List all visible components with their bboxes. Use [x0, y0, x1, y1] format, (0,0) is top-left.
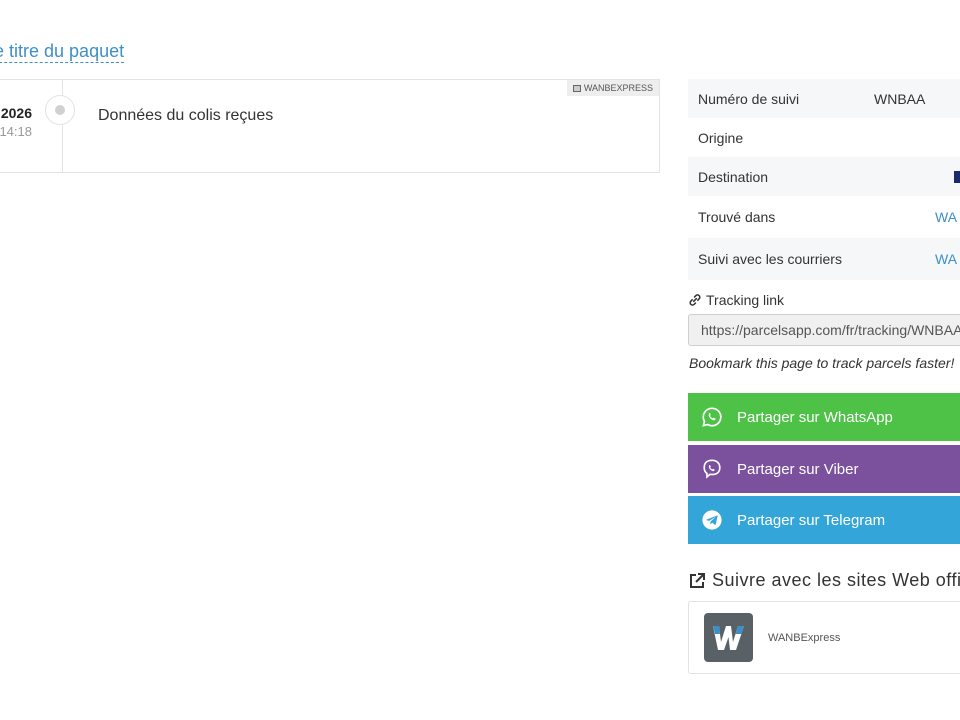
link-icon — [689, 294, 701, 306]
event-description: Données du colis reçues — [98, 107, 274, 124]
tracked-with-courier-link[interactable]: WA — [935, 251, 957, 267]
tracking-link-text: Tracking link — [706, 292, 785, 308]
timeline-line — [62, 80, 63, 172]
info-row-found-in: Trouvé dans WA — [688, 196, 960, 238]
tracking-number-value: WNBAA — [874, 90, 926, 107]
external-link-icon — [690, 572, 705, 588]
info-label: Destination — [698, 168, 769, 185]
parcel-info-table: Numéro de suivi WNBAA Origine Destinatio… — [688, 79, 960, 280]
share-telegram-label: Partager sur Telegram — [737, 511, 886, 529]
found-in-courier-link[interactable]: WA — [935, 209, 957, 225]
wanbexpress-logo — [704, 613, 753, 662]
courier-logo-icon — [572, 84, 581, 92]
event-day: 2026 — [0, 105, 32, 121]
event-date: 2026 14:18 — [0, 105, 32, 139]
share-viber-label: Partager sur Viber — [737, 460, 859, 478]
info-label: Numéro de suivi — [698, 90, 800, 107]
bookmark-note: Bookmark this page to track parcels fast… — [689, 355, 955, 371]
event-time: 14:18 — [0, 124, 32, 139]
tracking-event-card: 2026 14:18 Données du colis reçues WANBE… — [0, 79, 660, 173]
share-viber-button[interactable]: Partager sur Viber — [688, 445, 960, 493]
wanbexpress-logo-icon — [713, 626, 744, 650]
share-whatsapp-button[interactable]: Partager sur WhatsApp — [688, 393, 960, 441]
info-row-destination: Destination — [688, 157, 960, 196]
viber-icon — [703, 459, 721, 479]
courier-badge-label: WANBEXPRESS — [583, 83, 653, 93]
official-sites-heading: Suivre avec les sites Web offi — [688, 570, 960, 591]
info-row-origin: Origine — [688, 118, 960, 157]
official-site-courier-name: WANBExpress — [768, 632, 841, 644]
telegram-icon — [702, 510, 722, 530]
info-label: Suivi avec les courriers — [698, 251, 842, 267]
share-whatsapp-label: Partager sur WhatsApp — [737, 408, 893, 426]
info-row-tracked-with: Suivi avec les courriers WA — [688, 238, 960, 280]
whatsapp-icon — [702, 407, 722, 427]
destination-flag-icon — [954, 170, 960, 183]
tracking-url-input[interactable] — [688, 314, 960, 346]
tracking-link-label: Tracking link — [688, 292, 784, 308]
official-sites-title: Suivre avec les sites Web offi — [712, 570, 960, 590]
edit-title-link[interactable]: e titre du paquet — [0, 40, 125, 63]
info-label: Trouvé dans — [698, 209, 776, 225]
courier-badge: WANBEXPRESS — [566, 80, 659, 96]
info-row-tracking-number: Numéro de suivi WNBAA — [688, 79, 960, 118]
share-telegram-button[interactable]: Partager sur Telegram — [688, 496, 960, 544]
official-site-card[interactable]: WANBExpress — [688, 601, 960, 674]
timeline-dot — [45, 95, 75, 125]
info-label: Origine — [698, 129, 744, 146]
